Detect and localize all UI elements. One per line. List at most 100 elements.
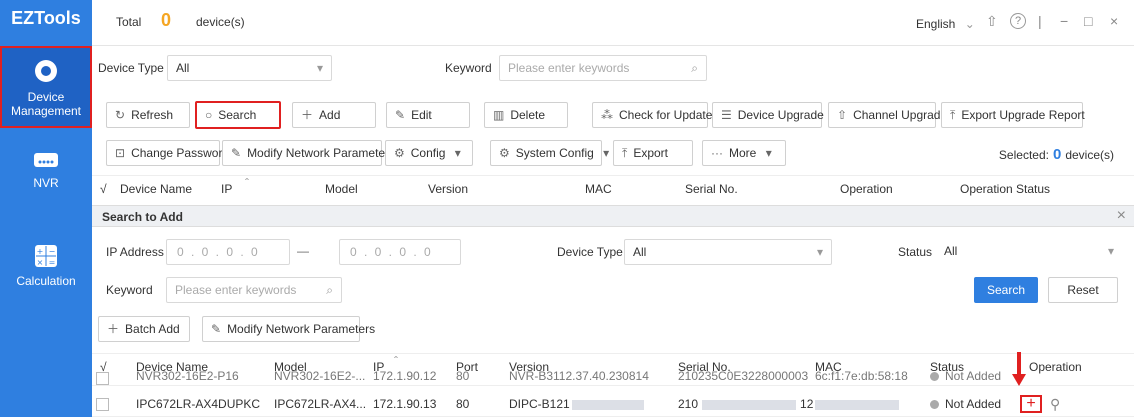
status: Not Added xyxy=(930,392,1001,417)
device-name: NVR302-16E2-P16 xyxy=(136,370,239,383)
check-updates-button[interactable]: ⁂ Check for Updates xyxy=(592,102,718,128)
check-all-header[interactable]: √ xyxy=(100,176,107,202)
mac xyxy=(815,392,899,417)
delete-button[interactable]: ▥ Delete xyxy=(484,102,568,128)
plus-icon: ＋ xyxy=(107,322,120,336)
row-checkbox[interactable] xyxy=(96,372,109,385)
version: NVR-B3112.37.40.230814 xyxy=(509,370,649,383)
change-password-button[interactable]: ⊡ Change Password xyxy=(106,140,229,166)
keyword-input[interactable]: Please enter keywords ⌕ xyxy=(166,277,342,303)
close-icon[interactable]: × xyxy=(1110,13,1118,29)
language-label: English xyxy=(916,17,956,31)
search-panel-row2: Keyword Please enter keywords ⌕ Search R… xyxy=(92,275,1134,305)
selected-count: 0 xyxy=(1052,146,1062,163)
calculator-icon: + − × = xyxy=(35,245,57,267)
config-button[interactable]: ⚙ Config ▾ xyxy=(385,140,473,166)
redacted-block xyxy=(815,399,899,410)
divider: | xyxy=(1038,13,1042,29)
lock-icon: ⊡ xyxy=(115,146,126,160)
serial: 210 12 xyxy=(678,397,814,411)
search-submit-button[interactable]: Search xyxy=(974,277,1038,303)
edit-icon: ✎ xyxy=(395,108,406,122)
model: NVR302-16E2-... xyxy=(274,370,366,383)
arrow-down-icon xyxy=(1012,352,1026,386)
sidebar-item-calculation[interactable]: + − × = Calculation xyxy=(0,244,92,298)
app-logo: EZTools xyxy=(11,8,81,28)
refresh-icon: ↻ xyxy=(115,108,126,122)
sidebar-item-label: Management xyxy=(10,104,82,118)
sidebar-item-device-management[interactable]: Device Management xyxy=(0,46,92,128)
minimize-icon[interactable]: − xyxy=(1060,13,1068,29)
keyword-placeholder: Please enter keywords xyxy=(508,61,630,75)
sidebar: EZTools Device Management NVR + − × = Ca… xyxy=(0,0,92,417)
keyword-input[interactable]: Please enter keywords ⌕ xyxy=(499,55,707,81)
total-label: Total xyxy=(116,15,142,29)
maximize-icon[interactable]: □ xyxy=(1084,13,1092,29)
upload-icon[interactable]: ⇧ xyxy=(986,13,998,30)
key-icon[interactable]: ⚲ xyxy=(1050,392,1060,417)
table-row[interactable]: IPC672LR-AX4DUPKC IPC672LR-AX4... 172.1.… xyxy=(92,392,1134,417)
sort-icon[interactable]: ˆ xyxy=(245,170,249,196)
help-icon[interactable]: ? xyxy=(1010,13,1026,29)
channel-upgrade-button[interactable]: ⇧ Channel Upgrade xyxy=(828,102,947,128)
port: 80 xyxy=(456,370,470,383)
version: DIPC-B121 xyxy=(509,392,644,417)
header-ip[interactable]: IP xyxy=(221,176,232,202)
device-type-select[interactable]: All ▾ xyxy=(167,55,332,81)
top-bar: Total 0 device(s) English ⌄ ⇧ ? | − □ × xyxy=(92,0,1134,46)
batch-add-button[interactable]: ＋ Batch Add xyxy=(98,316,190,342)
ip-range-separator: — xyxy=(297,244,309,258)
sidebar-item-nvr[interactable]: NVR xyxy=(0,150,92,204)
keyword-label: Keyword xyxy=(445,61,492,75)
search-panel-actions: ＋ Batch Add ✎ Modify Network Parameters xyxy=(92,316,1134,346)
svg-text:+: + xyxy=(37,247,44,256)
search-icon: ○ xyxy=(205,108,213,122)
device-type-select[interactable]: All ▾ xyxy=(624,239,832,265)
port: 80 xyxy=(456,397,470,411)
header-operation-status[interactable]: Operation Status xyxy=(960,176,1050,202)
redacted-block xyxy=(571,399,644,410)
svg-text:×: × xyxy=(37,258,44,267)
chevron-down-icon: ▾ xyxy=(316,61,323,75)
header-version[interactable]: Version xyxy=(428,176,468,202)
header-mac[interactable]: MAC xyxy=(585,176,612,202)
modify-network-button[interactable]: ✎ Modify Network Parameters xyxy=(222,140,395,166)
status-label: Status xyxy=(898,245,933,259)
header-serial[interactable]: Serial No. xyxy=(685,176,738,202)
reset-button[interactable]: Reset xyxy=(1048,277,1118,303)
language-select[interactable]: English ⌄ xyxy=(916,17,975,31)
search-button[interactable]: ○ Search xyxy=(195,101,281,129)
ip-address-label: IP Address xyxy=(106,245,164,259)
device-upgrade-button[interactable]: ☰ Device Upgrade xyxy=(712,102,824,128)
more-button[interactable]: ··· More ▾ xyxy=(702,140,786,166)
export-report-button[interactable]: ⤒ Export Upgrade Report xyxy=(941,102,1085,128)
header-operation[interactable]: Operation xyxy=(840,176,893,202)
model: IPC672LR-AX4... xyxy=(274,397,367,411)
export-button[interactable]: ⤒ Export xyxy=(613,140,693,166)
header-device-name[interactable]: Device Name xyxy=(120,176,192,202)
close-icon[interactable]: × xyxy=(1117,207,1126,225)
system-config-button[interactable]: ⚙ System Config ▾ xyxy=(490,140,609,166)
add-button[interactable]: ＋ Add xyxy=(292,102,376,128)
modify-network-button[interactable]: ✎ Modify Network Parameters xyxy=(202,316,375,342)
row-checkbox[interactable] xyxy=(96,398,109,411)
sidebar-item-label: NVR xyxy=(33,176,59,190)
table-row[interactable]: NVR302-16E2-P16 NVR302-16E2-... 172.1.90… xyxy=(92,370,1134,386)
search-panel-row1: IP Address 0 . 0 . 0 . 0 — 0 . 0 . 0 . 0… xyxy=(92,238,1134,268)
search-icon: ⌕ xyxy=(691,61,698,75)
ip-start-input[interactable]: 0 . 0 . 0 . 0 xyxy=(166,239,290,265)
chevron-down-icon: ▾ xyxy=(816,245,823,259)
selected-count-display: Selected: 0 device(s) xyxy=(998,146,1114,163)
edit-button[interactable]: ✎ Edit xyxy=(386,102,470,128)
refresh-button[interactable]: ↻ Refresh xyxy=(106,102,190,128)
status-select[interactable]: All ▾ xyxy=(936,239,1122,265)
upgrade-icon: ☰ xyxy=(721,108,732,122)
ip-end-input[interactable]: 0 . 0 . 0 . 0 xyxy=(339,239,461,265)
device-type-value: All xyxy=(176,61,190,75)
redacted-block xyxy=(702,399,797,410)
trash-icon: ▥ xyxy=(493,108,505,122)
export-icon: ⤒ xyxy=(950,108,956,122)
add-device-button[interactable]: + xyxy=(1020,395,1042,413)
ip: 172.1.90.12 xyxy=(373,370,437,383)
header-model[interactable]: Model xyxy=(325,176,358,202)
